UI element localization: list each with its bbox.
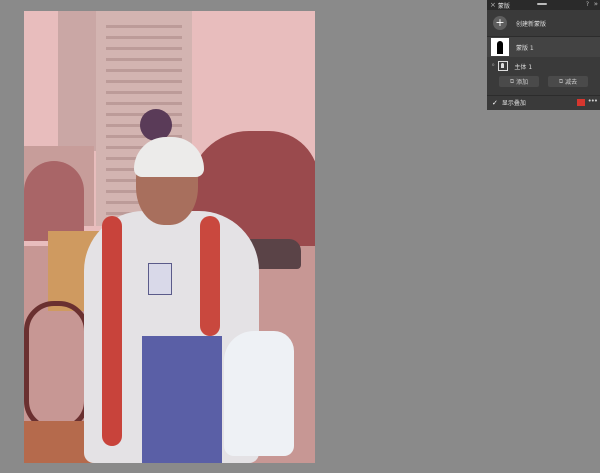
help-icon[interactable]: ? [586, 1, 589, 8]
flag-badge [148, 263, 172, 295]
subject-person-icon [498, 61, 509, 71]
mask-actions: ⧉ 添加 ⧉ 减去 [487, 76, 600, 88]
panel-header: × 蒙版 ? » [487, 0, 600, 10]
masks-panel: × 蒙版 ? » + 创建新蒙版 蒙版 1 ⁰ 主体 1 ⧉ 添加 ⧉ 减去 ✓… [487, 0, 600, 110]
create-mask-label[interactable]: 创建新蒙版 [516, 19, 546, 28]
link-icon: ⁰ [492, 62, 495, 70]
subject-name[interactable]: 主体 1 [514, 62, 532, 71]
drag-handle-icon[interactable] [537, 3, 547, 5]
blue-bag [142, 336, 222, 463]
white-bag [224, 331, 294, 456]
show-overlay-row: ✓ 显示叠加 ••• [487, 95, 600, 109]
photo-preview[interactable] [24, 11, 315, 463]
plus-icon[interactable]: + [493, 16, 507, 30]
overlay-color-swatch[interactable] [577, 99, 585, 106]
add-mask-icon: ⧉ [509, 77, 515, 85]
add-button-label: 添加 [516, 79, 529, 86]
garland-right [200, 216, 220, 336]
close-icon[interactable]: × [490, 1, 496, 9]
subtract-button[interactable]: ⧉ 减去 [548, 76, 588, 87]
mask-thumbnail-icon[interactable] [491, 38, 509, 56]
more-options-icon[interactable]: ••• [588, 97, 598, 105]
show-overlay-label[interactable]: 显示叠加 [502, 98, 526, 107]
mask-item[interactable]: 蒙版 1 [487, 37, 600, 57]
building-left [58, 11, 100, 151]
show-overlay-checkbox[interactable]: ✓ [492, 99, 498, 107]
bicycle [24, 301, 89, 431]
collapse-icon[interactable]: » [594, 0, 598, 8]
panel-title: 蒙版 [497, 2, 510, 10]
create-mask-row[interactable]: + 创建新蒙版 [487, 10, 600, 37]
mask-name[interactable]: 蒙版 1 [516, 43, 534, 52]
subtract-mask-icon: ⧉ [558, 77, 564, 85]
subject-item[interactable]: ⁰ 主体 1 [487, 60, 600, 72]
garland-left [102, 216, 122, 446]
subtract-button-label: 减去 [565, 79, 578, 86]
trees-left [24, 161, 84, 241]
add-button[interactable]: ⧉ 添加 [499, 76, 539, 87]
